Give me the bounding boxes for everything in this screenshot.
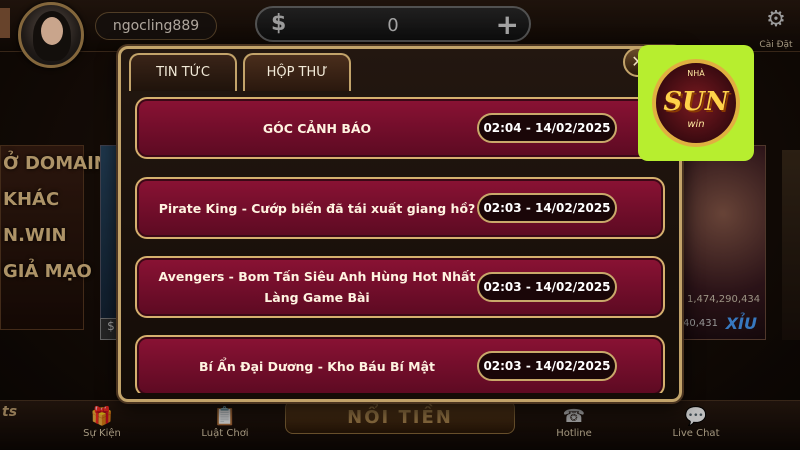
logo-top-text: NHÀ [687,69,705,78]
tab-news[interactable]: TIN TỨC [129,53,237,91]
message-item[interactable]: GÓC CẢNH BÁO 02:04 - 14/02/2025 [135,97,665,159]
message-item[interactable]: Avengers - Bom Tấn Siêu Anh Hùng Hot Nhấ… [135,256,665,318]
message-title: Avengers - Bom Tấn Siêu Anh Hùng Hot Nhấ… [158,269,476,305]
message-item[interactable]: Pirate King - Cướp biển đã tái xuất gian… [135,177,665,239]
avatar-face [41,17,63,45]
mail-modal: TIN TỨC HỘP THƯ ✕ GÓC CẢNH BÁO 02:04 - 1… [118,46,682,402]
message-time: 02:03 - 14/02/2025 [477,272,617,302]
logo-main-text: SUN [663,87,729,117]
message-title: Pirate King - Cướp biển đã tái xuất gian… [158,200,476,216]
message-title: GÓC CẢNH BÁO [262,120,372,136]
message-time: 02:03 - 14/02/2025 [477,193,617,223]
message-time: 02:04 - 14/02/2025 [477,113,617,143]
message-time: 02:03 - 14/02/2025 [477,351,617,381]
message-list[interactable]: GÓC CẢNH BÁO 02:04 - 14/02/2025 Pirate K… [135,97,665,393]
message-title: Bí Ẩn Đại Dương - Kho Báu Bí Mật [199,358,435,374]
message-item[interactable]: Bí Ẩn Đại Dương - Kho Báu Bí Mật 02:03 -… [135,335,665,393]
sunwin-logo: NHÀ SUN win [638,45,754,161]
tab-inbox[interactable]: HỘP THƯ [243,53,351,91]
logo-sub-text: win [687,119,705,130]
